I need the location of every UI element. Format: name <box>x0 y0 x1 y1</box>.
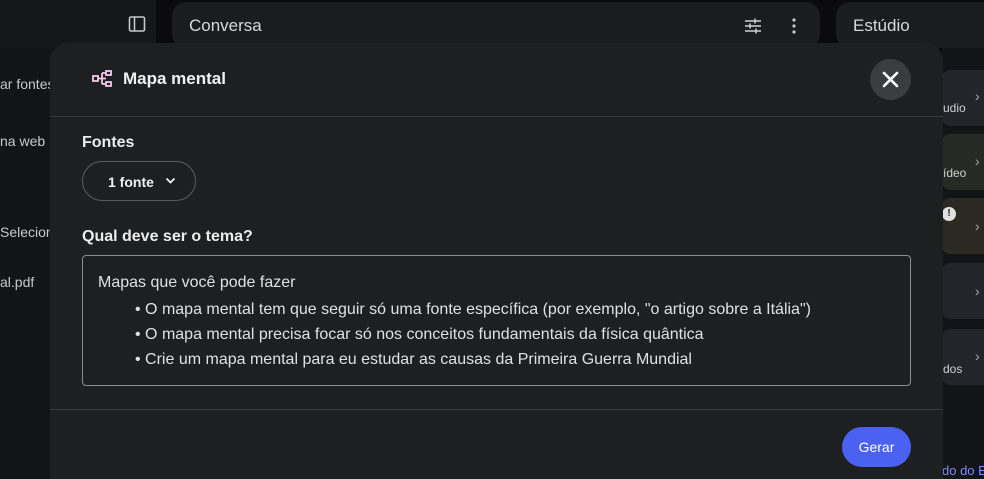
source-select-label: 1 fonte <box>108 174 154 190</box>
theme-example: O mapa mental precisa focar só nos conce… <box>135 322 811 347</box>
theme-example: O mapa mental tem que seguir só uma font… <box>135 297 811 322</box>
close-icon <box>882 71 899 88</box>
conversation-title: Conversa <box>189 16 262 35</box>
studio-card-label: ídeo <box>943 166 967 180</box>
source-file-item[interactable]: al.pdf <box>0 274 34 290</box>
theme-example: Crie um mapa mental para eu estudar as c… <box>135 347 811 372</box>
footer-divider <box>50 409 943 410</box>
theme-placeholder: Mapas que você pode fazer <box>98 274 296 291</box>
more-vert-icon[interactable] <box>788 17 800 35</box>
studio-card-label: udio <box>943 101 966 115</box>
chevron-right-icon: › <box>975 88 980 104</box>
add-sources-link[interactable]: ar fontes <box>0 76 54 92</box>
mind-map-dialog: Mapa mental Fontes 1 fonte Qual deve ser… <box>50 43 943 479</box>
chevron-right-icon: › <box>975 283 980 299</box>
dialog-title: Mapa mental <box>123 69 226 88</box>
chevron-right-icon: › <box>975 153 980 169</box>
theme-input[interactable]: Mapas que você pode fazer O mapa mental … <box>82 255 911 386</box>
source-select-button[interactable]: 1 fonte <box>82 161 196 201</box>
studio-title: Estúdio <box>853 16 910 35</box>
select-all-item[interactable]: Selecion <box>0 224 54 240</box>
tune-icon[interactable] <box>744 17 762 35</box>
theme-label: Qual deve ser o tema? <box>82 228 253 245</box>
dialog-header: Mapa mental <box>50 43 943 117</box>
theme-examples: O mapa mental tem que seguir só uma font… <box>135 297 811 372</box>
panel-toggle-icon[interactable] <box>128 15 146 33</box>
chevron-down-icon <box>165 177 176 184</box>
studio-card-label: dos <box>943 362 963 376</box>
chevron-right-icon: › <box>975 348 980 364</box>
web-search-item[interactable]: na web <box>0 133 45 149</box>
conversation-header <box>172 2 820 48</box>
studio-link[interactable]: do do E <box>942 463 984 478</box>
mind-map-icon <box>92 70 112 87</box>
generate-button[interactable]: Gerar <box>842 427 911 467</box>
close-button[interactable] <box>870 59 911 100</box>
chevron-right-icon: › <box>975 218 980 234</box>
new-badge: ! <box>942 207 956 221</box>
sources-label: Fontes <box>82 134 135 151</box>
